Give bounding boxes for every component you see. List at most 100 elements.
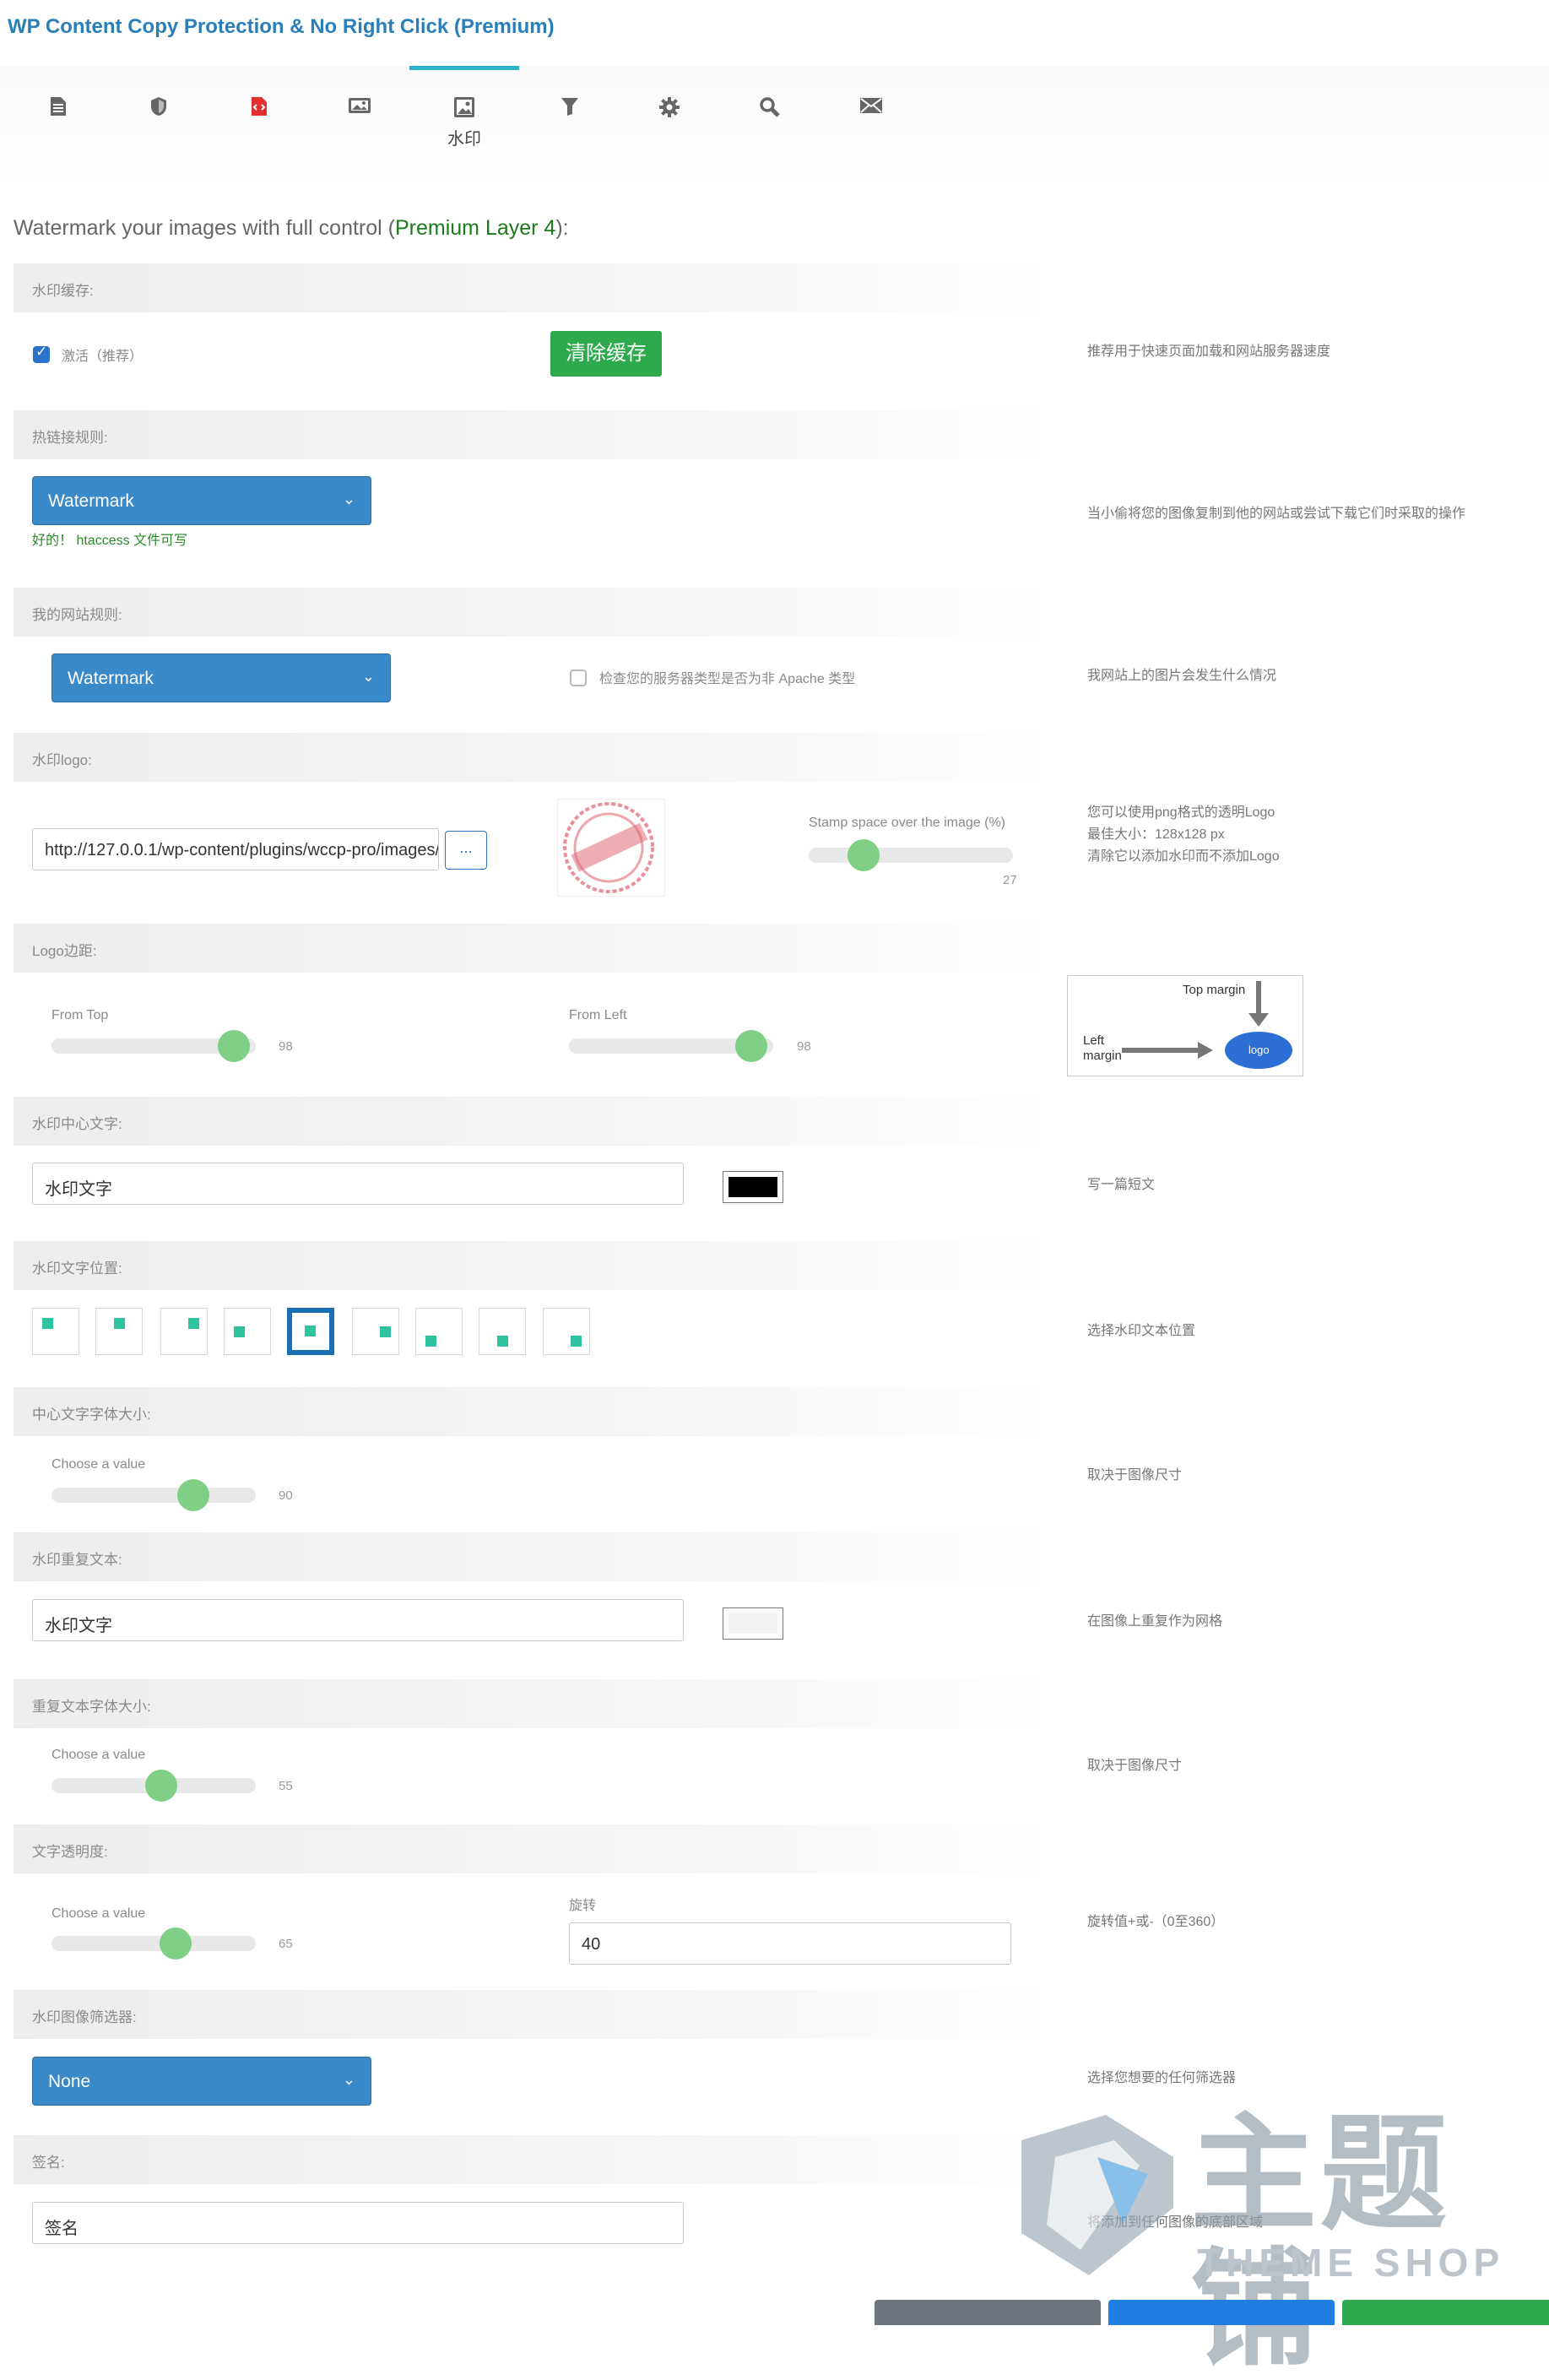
slider-knob[interactable] (217, 1030, 250, 1062)
center-text-description: 写一篇短文 (1087, 1178, 1156, 1192)
section-margin: Logo边距: (14, 924, 1052, 973)
slider-knob[interactable] (734, 1030, 767, 1062)
repeat-text-description: 在图像上重复作为网格 (1087, 1614, 1223, 1629)
bottom-button-gray[interactable] (875, 2300, 1101, 2325)
tab-mail[interactable] (818, 66, 924, 176)
tab-code-file[interactable] (206, 66, 312, 176)
tab-document[interactable] (5, 66, 111, 176)
tab-watermark[interactable]: 水印 (409, 66, 519, 176)
mysite-rule-select[interactable]: Watermark ⌄ (51, 653, 391, 702)
logo-url-input[interactable]: http://127.0.0.1/wp-content/plugins/wccp… (32, 828, 439, 870)
chevron-down-icon: ⌄ (342, 491, 355, 507)
position-top-right[interactable] (160, 1308, 208, 1355)
from-left-label: From Left (569, 1008, 627, 1022)
mail-icon (860, 98, 882, 113)
position-top-center[interactable] (95, 1308, 143, 1355)
tab-shield[interactable] (106, 66, 212, 176)
margin-arrows-icon (1122, 981, 1292, 1069)
stamp-space-label: Stamp space over the image (%) (809, 816, 1005, 830)
mysite-description: 我网站上的图片会发生什么情况 (1087, 669, 1277, 683)
tab-filter[interactable] (517, 66, 623, 176)
slider-knob[interactable] (848, 839, 880, 871)
slider-knob[interactable] (160, 1927, 192, 1960)
repeat-text-color-picker[interactable] (723, 1607, 783, 1640)
opacity-label: Choose a value (51, 1906, 146, 1921)
slider-knob[interactable] (176, 1479, 209, 1511)
hotlink-rule-select[interactable]: Watermark ⌄ (32, 476, 371, 525)
hotlink-description: 当小偷将您的图像复制到他的网站或尝试下载它们时采取的操作 (1087, 507, 1466, 521)
cache-checkbox-label: 激活（推荐） (62, 350, 144, 364)
position-bottom-center[interactable] (479, 1308, 526, 1355)
intro-highlight: Premium Layer 4 (394, 216, 556, 240)
section-opacity: 文字透明度: (14, 1824, 1052, 1873)
section-repeat-text: 水印重复文本: (14, 1532, 1052, 1581)
bottom-button-green[interactable] (1342, 2300, 1549, 2325)
color-swatch (728, 1177, 777, 1197)
section-repeat-size: 重复文本字体大小: (14, 1679, 1052, 1728)
from-top-label: From Top (51, 1008, 109, 1022)
brand-logo-icon (1021, 2115, 1173, 2275)
clear-cache-button[interactable]: 清除缓存 (550, 331, 662, 377)
logo-description: 您可以使用png格式的透明Logo 最佳大小：128x128 px 清除它以添加… (1087, 805, 1280, 864)
section-logo: 水印logo: (14, 733, 1052, 782)
center-text-input[interactable]: 水印文字 (32, 1163, 684, 1205)
slider-knob[interactable] (145, 1770, 178, 1802)
image-filter-select[interactable]: None ⌄ (32, 2057, 371, 2106)
position-middle-right[interactable] (352, 1308, 399, 1355)
stamp-space-slider[interactable] (809, 839, 1013, 871)
position-top-left[interactable] (32, 1308, 79, 1355)
tab-settings[interactable] (616, 66, 723, 176)
from-left-slider[interactable] (569, 1030, 773, 1062)
repeat-text-input[interactable]: 水印文字 (32, 1599, 684, 1641)
from-top-value: 98 (279, 1039, 293, 1054)
repeat-size-slider[interactable] (51, 1770, 256, 1802)
image-icon (454, 97, 474, 117)
center-size-label: Choose a value (51, 1457, 146, 1472)
signature-input[interactable]: 签名 (32, 2202, 684, 2244)
margin-diagram: Top margin Left margin logo (1067, 975, 1303, 1076)
center-size-slider[interactable] (51, 1479, 256, 1511)
filter-description: 选择您想要的任何筛选器 (1087, 2071, 1237, 2085)
browse-logo-button[interactable]: ... (445, 831, 487, 870)
apache-checkbox[interactable] (570, 670, 587, 686)
tab-image-protect[interactable] (306, 66, 413, 176)
section-text-position: 水印文字位置: (14, 1241, 1052, 1290)
position-middle-center[interactable] (287, 1308, 334, 1355)
document-icon (51, 97, 66, 116)
rotate-description: 旋转值+或-（0至360） (1087, 1915, 1225, 1929)
center-size-value: 90 (279, 1488, 293, 1503)
section-hotlink: 热链接规则: (14, 410, 1052, 459)
position-bottom-left[interactable] (415, 1308, 463, 1355)
center-text-color-picker[interactable] (723, 1171, 783, 1203)
repeat-size-label: Choose a value (51, 1748, 146, 1762)
tab-bar: 水印 (0, 66, 1549, 184)
filter-icon (561, 98, 578, 116)
from-left-value: 98 (797, 1039, 811, 1054)
brand-watermark: 主题铺 THEME SHOP (1013, 2106, 1519, 2377)
rotate-input[interactable]: 40 (569, 1922, 1011, 1965)
section-center-text: 水印中心文字: (14, 1097, 1052, 1146)
cache-description: 推荐用于快速页面加载和网站服务器速度 (1087, 344, 1331, 359)
section-filter: 水印图像筛选器: (14, 1990, 1052, 2039)
htaccess-status: 好的！ htaccess 文件可写 (32, 534, 188, 548)
position-bottom-right[interactable] (543, 1308, 590, 1355)
search-icon (760, 97, 780, 117)
tab-search[interactable] (717, 66, 823, 176)
code-file-icon (252, 97, 267, 116)
section-mysite: 我的网站规则: (14, 588, 1052, 637)
opacity-value: 65 (279, 1937, 293, 1951)
cache-checkbox[interactable] (33, 344, 50, 363)
image-protect-icon (349, 98, 371, 113)
rotate-label: 旋转 (569, 1899, 597, 1913)
stamp-space-value: 27 (1003, 873, 1017, 887)
bottom-button-blue[interactable] (1108, 2300, 1335, 2325)
page-title: WP Content Copy Protection & No Right Cl… (8, 15, 555, 38)
opacity-slider[interactable] (51, 1927, 256, 1960)
text-position-description: 选择水印文本位置 (1087, 1324, 1196, 1338)
position-middle-left[interactable] (224, 1308, 271, 1355)
logo-preview (557, 799, 665, 897)
color-swatch (728, 1613, 777, 1634)
from-top-slider[interactable] (51, 1030, 256, 1062)
repeat-size-description: 取决于图像尺寸 (1087, 1759, 1183, 1773)
section-cache: 水印缓存: (14, 263, 1052, 312)
